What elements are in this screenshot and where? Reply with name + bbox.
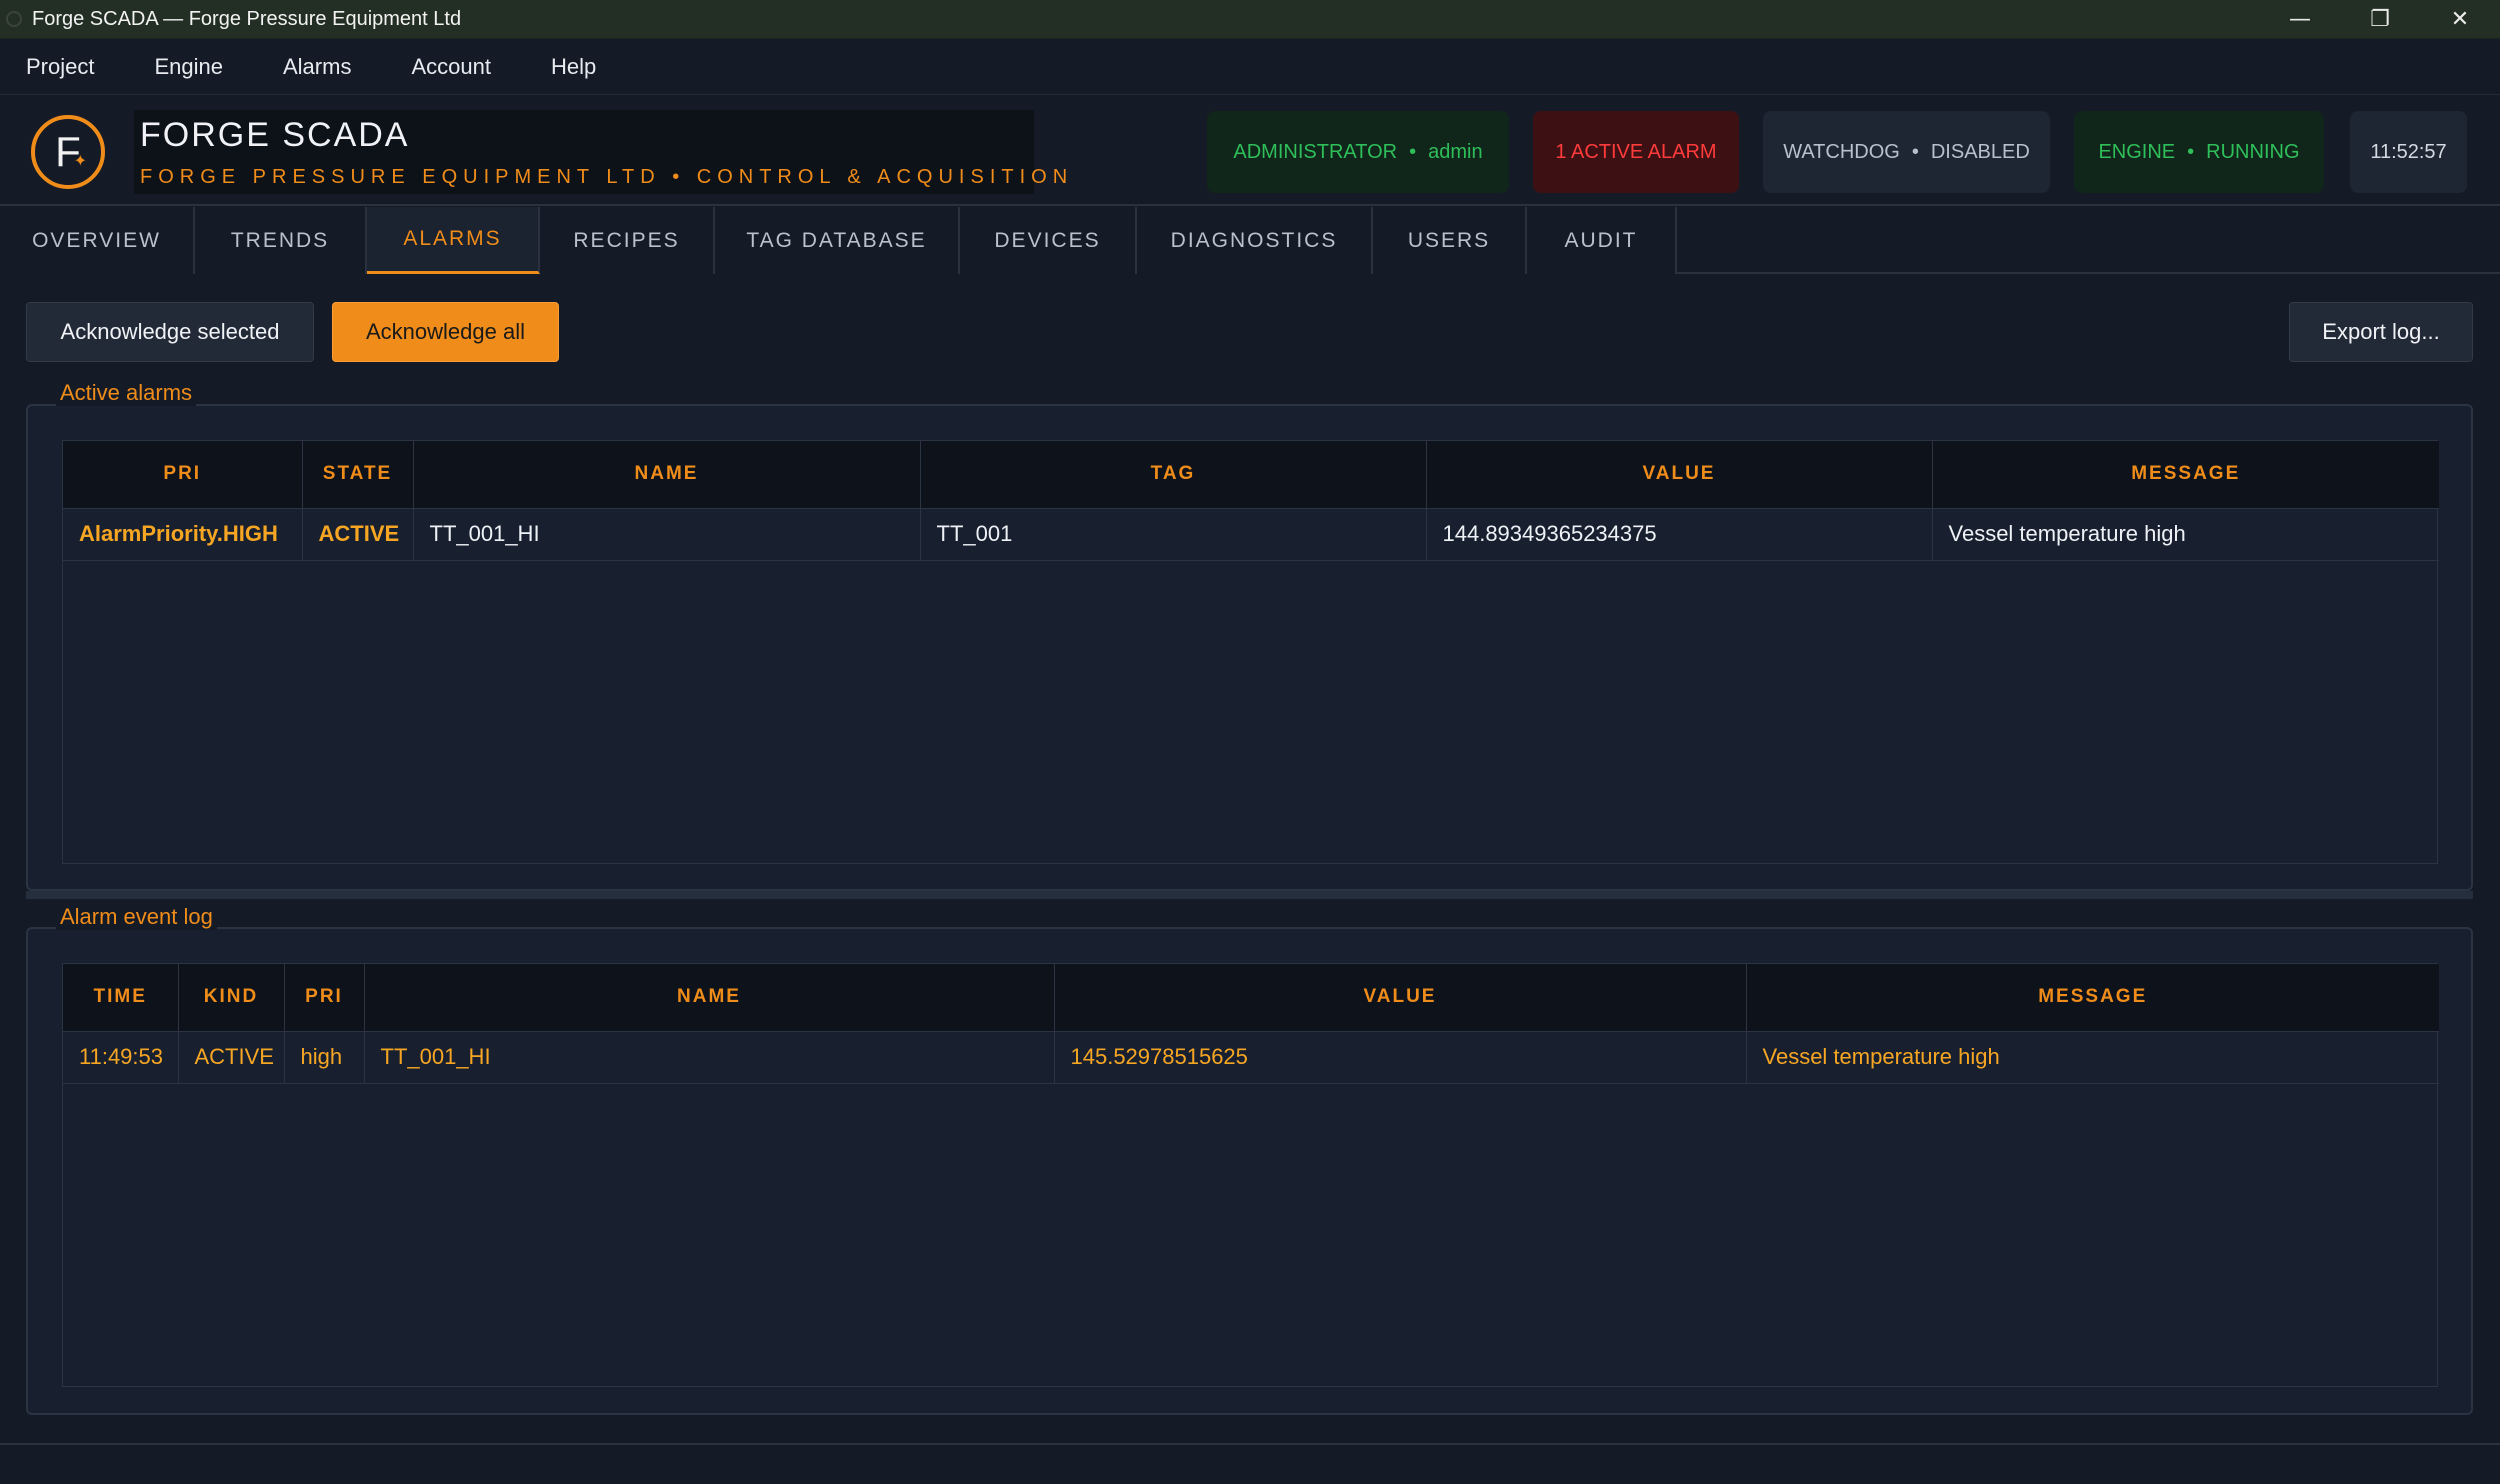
cell-name: TT_001_HI <box>364 1031 1055 1084</box>
engine-label: ENGINE <box>2098 140 2176 163</box>
user-label: admin <box>1428 140 1483 163</box>
title-bar: Forge SCADA — Forge Pressure Equipment L… <box>0 0 2500 39</box>
alarm-count-label: 1 ACTIVE ALARM <box>1555 140 1717 163</box>
menu-help[interactable]: Help <box>551 54 596 80</box>
engine-badge[interactable]: ENGINE • RUNNING <box>2074 111 2324 193</box>
active-alarm-badge[interactable]: 1 ACTIVE ALARM <box>1533 111 1739 193</box>
forge-logo: F ✦ <box>31 115 105 189</box>
main-tabs: OVERVIEW TRENDS ALARMS RECIPES TAG DATAB… <box>0 207 2500 274</box>
app-icon <box>6 11 22 27</box>
tab-audit[interactable]: AUDIT <box>1527 207 1677 274</box>
engine-state: RUNNING <box>2206 140 2300 163</box>
window-controls: — ❐ ✕ <box>2260 0 2500 39</box>
col-header-pri[interactable]: PRI <box>63 441 303 509</box>
clock: 11:52:57 <box>2350 111 2467 193</box>
menu-engine[interactable]: Engine <box>154 54 223 80</box>
cell-pri: AlarmPriority.HIGH <box>63 508 303 561</box>
tab-recipes[interactable]: RECIPES <box>540 207 715 274</box>
col-header-value[interactable]: VALUE <box>1426 441 1933 509</box>
menu-project[interactable]: Project <box>26 54 94 80</box>
col-header-message[interactable]: MESSAGE <box>1932 441 2439 509</box>
close-icon[interactable]: ✕ <box>2420 0 2500 39</box>
cell-message: Vessel temperature high <box>1932 508 2439 561</box>
active-alarms-group: PRI STATE NAME TAG VALUE MESSAGE AlarmPr… <box>26 404 2473 891</box>
cell-tag: TT_001 <box>920 508 1427 561</box>
col-header-time[interactable]: TIME <box>63 964 179 1032</box>
menu-account[interactable]: Account <box>411 54 491 80</box>
cell-time: 11:49:53 <box>63 1031 179 1084</box>
clock-time: 11:52:57 <box>2370 140 2447 163</box>
separator-dot: • <box>2187 140 2195 163</box>
table-header-row: PRI STATE NAME TAG VALUE MESSAGE <box>63 441 2439 509</box>
tab-tag-database[interactable]: TAG DATABASE <box>715 207 960 274</box>
user-role-badge[interactable]: ADMINISTRATOR • admin <box>1207 111 1509 193</box>
col-header-name[interactable]: NAME <box>413 441 921 509</box>
cell-name: TT_001_HI <box>413 508 921 561</box>
alarm-event-log-group: TIME KIND PRI NAME VALUE MESSAGE 11:49:5… <box>26 927 2473 1415</box>
col-header-tag[interactable]: TAG <box>920 441 1427 509</box>
alarm-event-log-title: Alarm event log <box>56 904 217 930</box>
tab-devices[interactable]: DEVICES <box>960 207 1137 274</box>
tab-overview[interactable]: OVERVIEW <box>0 207 195 274</box>
watchdog-badge[interactable]: WATCHDOG • DISABLED <box>1763 111 2050 193</box>
panel-splitter[interactable] <box>26 891 2473 899</box>
cell-kind: ACTIVE <box>178 1031 285 1084</box>
cell-state: ACTIVE <box>302 508 414 561</box>
restore-icon[interactable]: ❐ <box>2340 0 2420 39</box>
active-alarms-table: PRI STATE NAME TAG VALUE MESSAGE AlarmPr… <box>63 441 2439 561</box>
cell-pri: high <box>284 1031 365 1084</box>
status-bar <box>0 1443 2500 1484</box>
menu-alarms[interactable]: Alarms <box>283 54 351 80</box>
window-title: Forge SCADA — Forge Pressure Equipment L… <box>32 7 462 30</box>
role-label: ADMINISTRATOR <box>1233 140 1398 163</box>
export-log-button[interactable]: Export log... <box>2289 302 2473 362</box>
event-log-table-panel: TIME KIND PRI NAME VALUE MESSAGE 11:49:5… <box>62 963 2439 1387</box>
app-header: F ✦ FORGE SCADA FORGE PRESSURE EQUIPMENT… <box>0 96 2500 206</box>
tab-trends[interactable]: TRENDS <box>195 207 367 274</box>
watchdog-label: WATCHDOG <box>1783 140 1900 163</box>
brand-block: FORGE SCADA FORGE PRESSURE EQUIPMENT LTD… <box>134 110 1067 194</box>
tab-alarms[interactable]: ALARMS <box>367 207 540 274</box>
acknowledge-selected-button[interactable]: Acknowledge selected <box>26 302 314 362</box>
event-log-table: TIME KIND PRI NAME VALUE MESSAGE 11:49:5… <box>63 964 2439 1084</box>
col-header-state[interactable]: STATE <box>302 441 414 509</box>
col-header-kind[interactable]: KIND <box>178 964 285 1032</box>
brand-name: FORGE SCADA <box>140 116 410 154</box>
watchdog-state: DISABLED <box>1930 140 2030 163</box>
tab-users[interactable]: USERS <box>1373 207 1527 274</box>
separator-dot: • <box>1911 140 1919 163</box>
table-row[interactable]: AlarmPriority.HIGH ACTIVE TT_001_HI TT_0… <box>63 508 2439 561</box>
table-row[interactable]: 11:49:53 ACTIVE high TT_001_HI 145.52978… <box>63 1031 2439 1084</box>
col-header-value[interactable]: VALUE <box>1054 964 1747 1032</box>
menu-bar: Project Engine Alarms Account Help <box>0 39 2500 95</box>
separator-dot: • <box>1409 140 1417 163</box>
cell-message: Vessel temperature high <box>1746 1031 2439 1084</box>
tab-diagnostics[interactable]: DIAGNOSTICS <box>1137 207 1373 274</box>
col-header-name[interactable]: NAME <box>364 964 1055 1032</box>
active-alarms-table-panel: PRI STATE NAME TAG VALUE MESSAGE AlarmPr… <box>62 440 2439 864</box>
active-alarms-title: Active alarms <box>56 380 197 406</box>
minimize-icon[interactable]: — <box>2260 0 2340 39</box>
brand-subtitle: FORGE PRESSURE EQUIPMENT LTD • CONTROL &… <box>140 166 1074 188</box>
col-header-message[interactable]: MESSAGE <box>1746 964 2439 1032</box>
acknowledge-all-button[interactable]: Acknowledge all <box>332 302 559 362</box>
col-header-pri[interactable]: PRI <box>284 964 365 1032</box>
cell-value: 144.89349365234375 <box>1426 508 1933 561</box>
cell-value: 145.52978515625 <box>1054 1031 1747 1084</box>
spark-icon: ✦ <box>73 153 87 170</box>
table-header-row: TIME KIND PRI NAME VALUE MESSAGE <box>63 964 2439 1032</box>
